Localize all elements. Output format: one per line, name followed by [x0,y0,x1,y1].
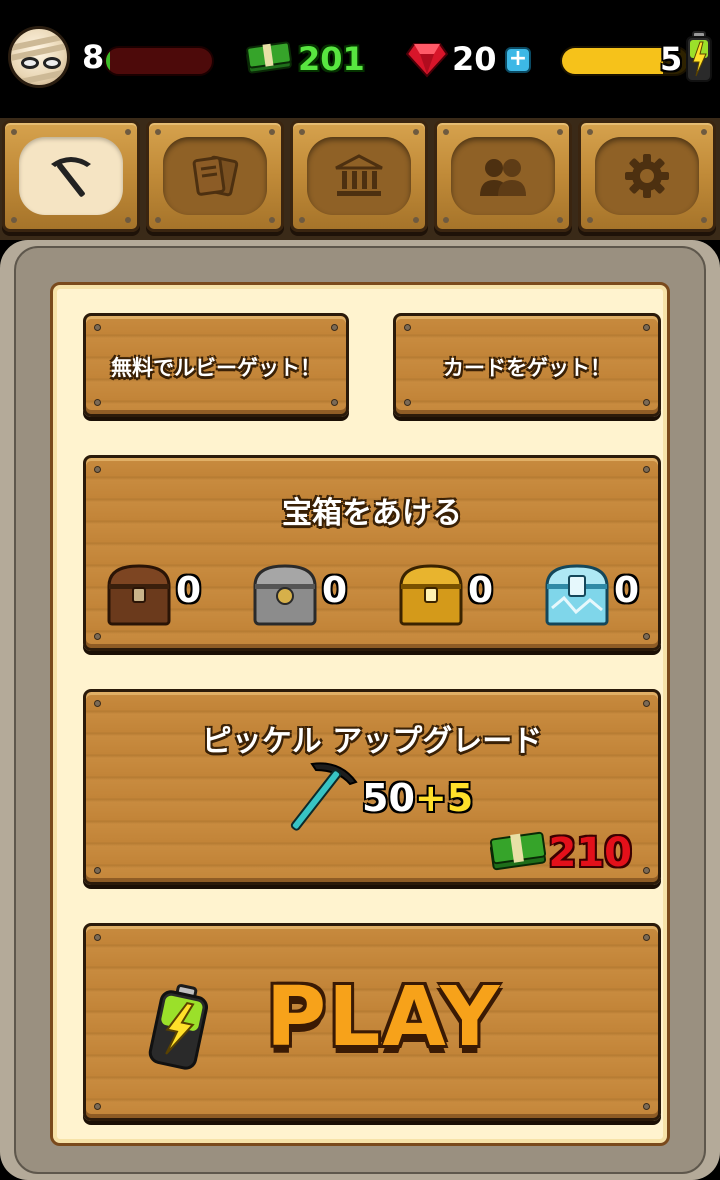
get-card-label: カードをゲット！ [443,356,611,380]
pickaxe-power: 50+5 [362,776,473,820]
pickaxe-upgrade-title: ピッケル アップグレード [201,724,543,759]
open-chests-panel[interactable]: 宝箱をあける 0 0 0 0 [83,455,661,651]
cash-icon [489,831,547,871]
gold-chest-icon[interactable] [398,562,464,628]
gold-chest-count: 0 [468,570,494,611]
bank-icon [335,154,383,196]
xp-progress-bar [104,46,214,76]
cash-amount: 201 [298,40,365,78]
open-chests-title: 宝箱をあける [282,496,462,531]
wooden-chest-icon[interactable] [106,562,172,628]
tab-cards[interactable] [146,120,284,232]
ruby-amount: 20 [452,40,497,78]
cash-icon [246,41,292,74]
tab-bank[interactable] [290,120,428,232]
silver-chest-count: 0 [322,570,348,611]
battery-icon [148,984,208,1070]
pickaxe-power-value: 50 [362,776,415,820]
free-ruby-label: 無料でルビーゲット！ [111,356,321,380]
silver-chest-icon[interactable] [252,562,318,628]
pickaxe-upgrade-button[interactable]: ピッケル アップグレード 50+5 210 [83,689,661,885]
content-panel: 無料でルビーゲット！ カードをゲット！ 宝箱をあける 0 0 0 0 ピッケル … [50,282,670,1146]
tab-bar [0,118,720,240]
energy-progress-fill [562,48,663,74]
pickaxe-icon [51,157,91,197]
pickaxe-power-bonus: +5 [414,776,474,820]
player-level: 8 [82,38,105,76]
status-bar: 8 201 20 + 5 [0,0,720,118]
xp-progress-fill [106,48,111,74]
upgrade-cost: 210 [548,830,633,876]
tab-settings[interactable] [578,120,716,232]
friends-icon [480,159,526,196]
pickaxe-icon [290,762,358,831]
stone-border: 無料でルビーゲット！ カードをゲット！ 宝箱をあける 0 0 0 0 ピッケル … [14,246,706,1174]
free-ruby-button[interactable]: 無料でルビーゲット！ [83,313,349,417]
main-frame: 無料でルビーゲット！ カードをゲット！ 宝箱をあける 0 0 0 0 ピッケル … [0,240,720,1180]
play-button[interactable]: PLAY [83,923,661,1121]
settings-icon [625,154,669,198]
play-label: PLAY [266,970,502,1065]
ruby-icon [406,43,448,78]
player-avatar[interactable] [8,26,70,88]
cards-icon [192,155,239,197]
battery-icon [686,31,712,82]
tab-friends[interactable] [434,120,572,232]
diamond-chest-icon[interactable] [544,562,610,628]
tab-mine[interactable] [2,120,140,232]
wooden-chest-count: 0 [176,570,202,611]
energy-amount: 5 [660,40,683,78]
get-card-button[interactable]: カードをゲット！ [393,313,661,417]
add-rubies-button[interactable]: + [505,47,531,73]
diamond-chest-count: 0 [614,570,640,611]
